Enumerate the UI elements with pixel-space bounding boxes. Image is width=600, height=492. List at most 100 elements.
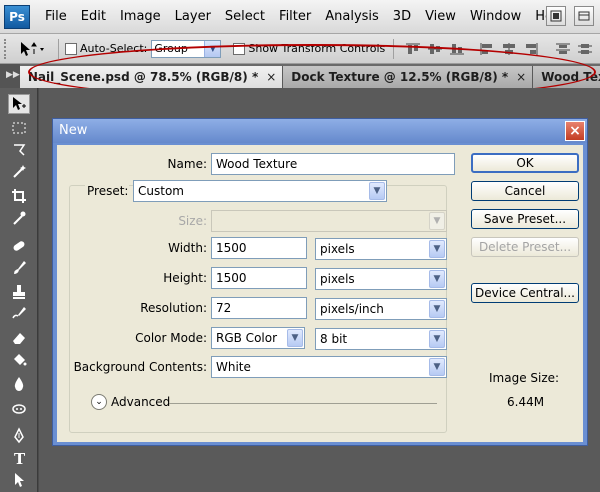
distribute-top-icon[interactable]	[555, 42, 571, 56]
close-icon[interactable]: ×	[266, 70, 276, 84]
chevron-double-down-icon: ⌄	[95, 397, 103, 407]
name-label: Name:	[167, 157, 207, 171]
resolution-unit-dropdown[interactable]: pixels/inch ▼	[315, 298, 447, 320]
workspace-menu-icon[interactable]	[574, 6, 594, 26]
device-central-button[interactable]: Device Central...	[471, 283, 579, 303]
width-value: 1500	[216, 241, 247, 255]
lasso-icon	[14, 144, 26, 156]
image-size-value: 6.44M	[507, 395, 545, 409]
width-unit-dropdown[interactable]: pixels ▼	[315, 238, 447, 260]
menu-edit[interactable]: Edit	[74, 9, 113, 24]
menu-filter[interactable]: Filter	[272, 9, 318, 24]
size-label: Size:	[178, 214, 207, 228]
bandage-icon	[13, 241, 25, 251]
align-bottom-icon[interactable]	[449, 42, 465, 56]
eraser-icon	[13, 333, 25, 344]
brush-icon	[14, 261, 26, 274]
history-brush-icon	[12, 307, 26, 319]
menu-analysis[interactable]: Analysis	[318, 9, 386, 24]
chevron-down-icon: ▼	[287, 329, 303, 347]
width-unit-value: pixels	[320, 242, 355, 256]
eyedropper-icon	[13, 211, 26, 225]
show-transform-checkbox[interactable]	[233, 42, 246, 55]
water-drop-icon	[14, 377, 24, 391]
chevron-down-icon: ▼	[429, 330, 445, 348]
height-unit-dropdown[interactable]: pixels ▼	[315, 268, 447, 290]
dialog-close-button[interactable]: ×	[565, 121, 585, 141]
move-tool-icon	[13, 97, 26, 110]
align-hcenter-icon[interactable]	[501, 42, 517, 56]
ok-button[interactable]: OK	[471, 153, 579, 173]
auto-select-checkbox[interactable]	[65, 42, 77, 55]
show-transform-label: Show Transform Controls	[248, 42, 386, 55]
tab-nail-scene[interactable]: Nail_Scene.psd @ 78.5% (RGB/8) * ×	[19, 66, 284, 88]
bit-depth-dropdown[interactable]: 8 bit ▼	[315, 328, 447, 350]
color-mode-value: RGB Color	[216, 331, 278, 345]
resolution-input[interactable]: 72	[211, 297, 307, 319]
menu-file[interactable]: File	[38, 9, 74, 24]
move-tool-icon	[21, 41, 44, 56]
align-left-icon[interactable]	[479, 42, 495, 56]
chevron-down-icon: ▼	[429, 212, 445, 230]
brush-tool[interactable]	[8, 258, 30, 278]
resolution-unit-value: pixels/inch	[320, 302, 384, 316]
move-tool[interactable]	[8, 94, 30, 114]
close-icon[interactable]: ×	[516, 70, 526, 84]
menu-layer[interactable]: Layer	[168, 9, 218, 24]
dodge-tool[interactable]	[8, 398, 30, 418]
auto-select-dropdown[interactable]: Group ▼	[151, 39, 222, 58]
pen-tool[interactable]	[8, 426, 30, 446]
new-document-dialog: New × Name: Wood Texture Preset: Custom …	[52, 118, 588, 446]
paint-bucket-tool[interactable]	[8, 350, 30, 370]
bit-depth-value: 8 bit	[320, 332, 348, 346]
stamp-icon	[13, 285, 25, 299]
name-input[interactable]: Wood Texture	[211, 153, 455, 175]
height-unit-value: pixels	[320, 272, 355, 286]
background-contents-label: Background Contents:	[73, 360, 207, 374]
path-selection-tool[interactable]	[8, 470, 30, 490]
collapse-panel-icon[interactable]: ▶▶	[0, 64, 20, 88]
quick-selection-tool[interactable]	[8, 162, 30, 182]
menu-3d[interactable]: 3D	[386, 9, 418, 24]
align-vcenter-icon[interactable]	[427, 42, 443, 56]
menu-view[interactable]: View	[418, 9, 463, 24]
paint-bucket-icon	[14, 354, 27, 366]
lasso-tool[interactable]	[8, 140, 30, 160]
eyedropper-tool[interactable]	[8, 208, 30, 228]
history-brush-tool[interactable]	[8, 304, 30, 324]
tab-wood-texture[interactable]: Wood Texture @ 3	[533, 66, 600, 88]
tab-dock-texture[interactable]: Dock Texture @ 12.5% (RGB/8) * ×	[283, 66, 534, 88]
height-input[interactable]: 1500	[211, 267, 307, 289]
healing-brush-tool[interactable]	[8, 236, 30, 256]
eraser-tool[interactable]	[8, 328, 30, 348]
clone-stamp-tool[interactable]	[8, 282, 30, 302]
type-tool[interactable]: T	[8, 448, 30, 468]
svg-text:T: T	[14, 450, 26, 467]
menu-image[interactable]: Image	[113, 9, 168, 24]
color-mode-dropdown[interactable]: RGB Color ▼	[211, 327, 305, 349]
marquee-tool[interactable]	[8, 118, 30, 138]
cancel-button[interactable]: Cancel	[471, 181, 579, 201]
path-select-icon	[15, 473, 24, 487]
menu-select[interactable]: Select	[218, 9, 272, 24]
background-contents-dropdown[interactable]: White ▼	[211, 356, 447, 378]
options-bar-grip[interactable]	[4, 38, 10, 59]
distribute-vcenter-icon[interactable]	[577, 42, 593, 56]
save-preset-button[interactable]: Save Preset...	[471, 209, 579, 229]
tools-panel: T	[0, 88, 38, 492]
blur-tool[interactable]	[8, 374, 30, 394]
name-value: Wood Texture	[216, 157, 298, 171]
advanced-toggle-button[interactable]: ⌄	[91, 394, 107, 410]
bridge-icon[interactable]	[546, 6, 566, 26]
document-tab-bar: ▶▶ Nail_Scene.psd @ 78.5% (RGB/8) * × Do…	[0, 64, 600, 88]
dialog-titlebar[interactable]: New ×	[53, 119, 587, 143]
tool-preset-picker[interactable]	[18, 38, 52, 60]
preset-dropdown[interactable]: Custom ▼	[133, 180, 387, 202]
crop-tool[interactable]	[8, 186, 30, 206]
chevron-down-icon: ▼	[429, 358, 445, 376]
align-top-icon[interactable]	[405, 42, 421, 56]
width-input[interactable]: 1500	[211, 237, 307, 259]
align-right-icon[interactable]	[523, 42, 539, 56]
menu-window[interactable]: Window	[463, 9, 528, 24]
preset-value: Custom	[138, 184, 184, 198]
